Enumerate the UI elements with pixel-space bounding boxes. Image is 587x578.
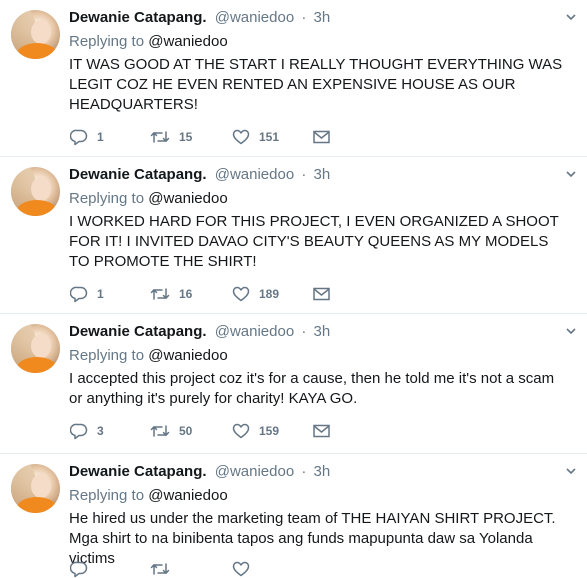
separator-dot: · (301, 9, 307, 26)
like-count: 151 (259, 130, 280, 144)
timestamp[interactable]: 3h (314, 323, 331, 340)
reply-icon (70, 286, 88, 302)
reply-count: 3 (97, 424, 104, 438)
direct-message-button[interactable] (313, 422, 330, 440)
replying-to-handle[interactable]: @waniedoo (148, 33, 227, 50)
retweet-icon (150, 288, 170, 300)
replying-to-handle[interactable]: @waniedoo (148, 487, 227, 504)
replying-to-label: Replying to (69, 33, 145, 50)
avatar[interactable] (11, 10, 60, 59)
avatar[interactable] (11, 464, 60, 513)
like-count: 189 (259, 287, 280, 301)
tweet-text: I accepted this project coz it's for a c… (69, 370, 555, 407)
like-icon (232, 423, 250, 439)
retweet-button[interactable]: 15 (150, 128, 192, 146)
retweet-count: 16 (179, 287, 193, 301)
chevron-down-icon[interactable] (566, 466, 576, 476)
timestamp[interactable]: 3h (314, 9, 331, 26)
direct-message-icon (313, 287, 330, 301)
display-name[interactable]: Dewanie Catapang. (69, 9, 207, 26)
direct-message-icon (313, 424, 330, 438)
user-handle[interactable]: @waniedoo (215, 9, 294, 26)
tweet-actions: 1 16 189 (70, 285, 370, 303)
separator-dot: · (301, 463, 307, 480)
timestamp[interactable]: 3h (314, 166, 331, 183)
retweet-count: 50 (179, 424, 193, 438)
tweet[interactable]: Dewanie Catapang. @waniedoo · 3h Replyin… (0, 157, 587, 314)
user-handle[interactable]: @waniedoo (215, 323, 294, 340)
replying-to: Replying to @waniedoo (69, 32, 228, 52)
tweet-header: Dewanie Catapang. @waniedoo · 3h (69, 322, 330, 342)
display-name[interactable]: Dewanie Catapang. (69, 166, 207, 183)
tweet-actions: 3 50 159 (70, 422, 370, 440)
reply-button[interactable] (70, 560, 88, 578)
like-button[interactable]: 189 (232, 285, 279, 303)
replying-to: Replying to @waniedoo (69, 189, 228, 209)
replying-to-handle[interactable]: @waniedoo (148, 190, 227, 207)
tweet-header: Dewanie Catapang. @waniedoo · 3h (69, 8, 330, 28)
tweet-header: Dewanie Catapang. @waniedoo · 3h (69, 462, 330, 482)
direct-message-icon (313, 130, 330, 144)
separator-dot: · (301, 166, 307, 183)
retweet-button[interactable]: 50 (150, 422, 192, 440)
like-icon (232, 561, 250, 577)
like-icon (232, 286, 250, 302)
retweet-button[interactable]: 16 (150, 285, 192, 303)
chevron-down-icon[interactable] (566, 326, 576, 336)
tweet-actions: 1 15 151 (70, 128, 370, 146)
tweet[interactable]: Dewanie Catapang. @waniedoo · 3h Replyin… (0, 454, 587, 577)
avatar[interactable] (11, 324, 60, 373)
user-handle[interactable]: @waniedoo (215, 166, 294, 183)
reply-button[interactable]: 1 (70, 128, 104, 146)
direct-message-button[interactable] (313, 128, 330, 146)
replying-to-label: Replying to (69, 190, 145, 207)
replying-to-label: Replying to (69, 487, 145, 504)
user-handle[interactable]: @waniedoo (215, 463, 294, 480)
replying-to: Replying to @waniedoo (69, 486, 228, 506)
reply-count: 1 (97, 287, 104, 301)
like-button[interactable] (232, 560, 250, 578)
reply-icon (70, 423, 88, 439)
like-count: 159 (259, 424, 280, 438)
direct-message-button[interactable] (313, 285, 330, 303)
reply-icon (70, 129, 88, 145)
reply-count: 1 (97, 130, 104, 144)
chevron-down-icon[interactable] (566, 169, 576, 179)
replying-to-label: Replying to (69, 347, 145, 364)
timestamp[interactable]: 3h (314, 463, 331, 480)
tweet-actions (70, 560, 370, 578)
reply-icon (70, 561, 88, 577)
display-name[interactable]: Dewanie Catapang. (69, 323, 207, 340)
tweet[interactable]: Dewanie Catapang. @waniedoo · 3h Replyin… (0, 314, 587, 454)
tweet-text: I WORKED HARD FOR THIS PROJECT, I EVEN O… (69, 213, 559, 270)
tweet-text: IT WAS GOOD AT THE START I REALLY THOUGH… (69, 56, 563, 113)
retweet-button[interactable] (150, 560, 170, 578)
tweet[interactable]: Dewanie Catapang. @waniedoo · 3h Replyin… (0, 0, 587, 157)
avatar[interactable] (11, 167, 60, 216)
like-button[interactable]: 151 (232, 128, 279, 146)
retweet-icon (150, 563, 170, 575)
like-button[interactable]: 159 (232, 422, 279, 440)
tweet-header: Dewanie Catapang. @waniedoo · 3h (69, 165, 330, 185)
reply-button[interactable]: 1 (70, 285, 104, 303)
retweet-icon (150, 425, 170, 437)
replying-to-handle[interactable]: @waniedoo (148, 347, 227, 364)
reply-button[interactable]: 3 (70, 422, 104, 440)
replying-to: Replying to @waniedoo (69, 346, 228, 366)
separator-dot: · (301, 323, 307, 340)
like-icon (232, 129, 250, 145)
retweet-count: 15 (179, 130, 193, 144)
chevron-down-icon[interactable] (566, 12, 576, 22)
display-name[interactable]: Dewanie Catapang. (69, 463, 207, 480)
retweet-icon (150, 131, 170, 143)
